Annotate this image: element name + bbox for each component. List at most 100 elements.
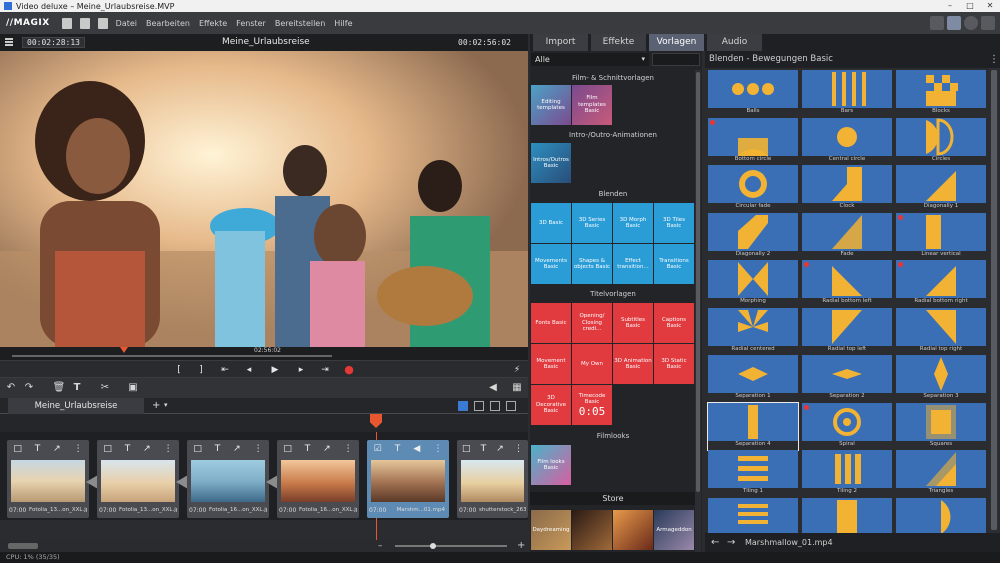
- clip-select-icon[interactable]: ☑: [374, 444, 382, 454]
- template-3d-series[interactable]: 3D Series Basic: [572, 203, 612, 243]
- transition-linear-vertical[interactable]: Linear vertical: [896, 212, 986, 260]
- transition-clock[interactable]: Clock: [802, 165, 892, 212]
- transition-item-28[interactable]: [802, 497, 892, 533]
- undo-icon[interactable]: ↶: [4, 381, 18, 395]
- zoom-slider[interactable]: [395, 545, 507, 547]
- transition-triangles[interactable]: Triangles: [896, 450, 986, 497]
- transition-diagonally-1[interactable]: Diagonally 1: [896, 165, 986, 212]
- clip-title-icon[interactable]: T: [35, 444, 41, 454]
- transitions-scroll-thumb[interactable]: [991, 70, 997, 530]
- transition-squares[interactable]: Squares: [896, 402, 986, 450]
- mark-out-icon[interactable]: ]: [194, 363, 208, 377]
- tab-audio[interactable]: Audio: [707, 34, 762, 51]
- mixer-icon[interactable]: ▦: [510, 381, 524, 395]
- clip-title-icon[interactable]: T: [125, 444, 131, 454]
- clip-fx-icon[interactable]: ↗: [496, 444, 504, 454]
- transition-radial-top-left[interactable]: Radial top left: [802, 307, 892, 355]
- timeline-ruler[interactable]: [0, 414, 528, 432]
- play-icon[interactable]: ▶: [268, 363, 282, 377]
- template-search-input[interactable]: [652, 53, 700, 66]
- transition-separation-3[interactable]: Separation 3: [896, 355, 986, 402]
- transition-bottom-circle[interactable]: Bottom circle: [708, 117, 798, 165]
- timeline-scroll-thumb[interactable]: [8, 543, 38, 549]
- transition-circles[interactable]: Circles: [896, 117, 986, 165]
- template-intros-outros[interactable]: Intros/Outros Basic: [531, 143, 571, 183]
- template-scroll-thumb[interactable]: [696, 72, 700, 492]
- menu-fenster[interactable]: Fenster: [236, 19, 266, 28]
- template-effect-transition[interactable]: Effect transition...: [613, 244, 653, 284]
- cut-icon[interactable]: ✂: [98, 381, 112, 395]
- scene-view-icon[interactable]: [490, 401, 500, 411]
- tab-vorlagen[interactable]: Vorlagen: [649, 34, 704, 51]
- arrow-left-icon[interactable]: ←: [711, 533, 719, 552]
- clip-fx-icon[interactable]: ↗: [143, 444, 151, 454]
- template-3d-tiles[interactable]: 3D Tiles Basic: [654, 203, 694, 243]
- timeline-tab[interactable]: Meine_Urlaubsreise: [8, 398, 144, 414]
- clip-more-icon[interactable]: ⋮: [514, 444, 523, 454]
- go-to-start-icon[interactable]: ⇤: [218, 363, 232, 377]
- menu-bearbeiten[interactable]: Bearbeiten: [146, 19, 190, 28]
- tab-effekte[interactable]: Effekte: [591, 34, 646, 51]
- clip-fx-icon[interactable]: ↗: [233, 444, 241, 454]
- template-3d-decorative[interactable]: 3D Decorative Basic: [531, 385, 571, 425]
- mark-in-icon[interactable]: [: [172, 363, 186, 377]
- transition-blocks[interactable]: Blocks: [896, 70, 986, 117]
- clip-select-icon[interactable]: □: [13, 444, 22, 454]
- snapshot-icon[interactable]: ▣: [126, 381, 140, 395]
- title-text-icon[interactable]: T: [70, 381, 84, 395]
- timeline-playhead[interactable]: [370, 414, 382, 428]
- arrow-right-icon[interactable]: →: [727, 533, 735, 552]
- transition-radial-centered[interactable]: Radial centered: [708, 307, 798, 355]
- transition-central-circle[interactable]: Central circle: [802, 117, 892, 165]
- transition-spiral[interactable]: Spiral: [802, 402, 892, 450]
- transition-diagonally-2[interactable]: Diagonally 2: [708, 212, 798, 260]
- clip-5-selected[interactable]: ☑ T ◀ ⋮ 07:00 Marshm...01.mp4: [367, 440, 449, 518]
- clip-select-icon[interactable]: □: [193, 444, 202, 454]
- menu-hilfe[interactable]: Hilfe: [334, 19, 352, 28]
- tab-dropdown-icon[interactable]: ▾: [164, 401, 168, 409]
- transition-bars[interactable]: Bars: [802, 70, 892, 117]
- transition-separation-4[interactable]: Separation 4: [707, 401, 799, 451]
- add-tab-icon[interactable]: +: [152, 400, 160, 411]
- share-icon[interactable]: [947, 16, 961, 30]
- transition-circular-fade[interactable]: Circular fade: [708, 165, 798, 212]
- video-preview[interactable]: [0, 51, 528, 347]
- clip-title-icon[interactable]: T: [481, 444, 487, 454]
- upload-icon[interactable]: [981, 16, 995, 30]
- transition-separation-2[interactable]: Separation 2: [802, 355, 892, 402]
- store-armageddon[interactable]: Armageddon: [654, 510, 694, 550]
- clip-title-icon[interactable]: T: [305, 444, 311, 454]
- clip-select-icon[interactable]: □: [283, 444, 292, 454]
- clip-1[interactable]: □ T ↗ ⋮ 07:00 Fotolia_13...on_XXL.jpg: [7, 440, 89, 518]
- storyboard-view-icon[interactable]: [458, 401, 468, 411]
- timeline-scrollbar[interactable]: – +: [0, 540, 528, 552]
- clip-title-icon[interactable]: T: [215, 444, 221, 454]
- new-file-icon[interactable]: [61, 17, 72, 29]
- minimize-icon[interactable]: –: [940, 0, 960, 12]
- clip-more-icon[interactable]: ⋮: [164, 444, 173, 454]
- store-item-2[interactable]: [572, 510, 612, 550]
- tab-import[interactable]: Import: [533, 34, 588, 51]
- zoom-slider-handle[interactable]: [430, 543, 436, 549]
- clip-more-icon[interactable]: ⋮: [254, 444, 263, 454]
- delete-icon[interactable]: 🗑: [52, 381, 66, 395]
- transition-tiling-1[interactable]: Tiling 1: [708, 450, 798, 497]
- store-daydreaming[interactable]: Daydreaming: [531, 510, 571, 550]
- transition-separation-1[interactable]: Separation 1: [708, 355, 798, 402]
- template-3d-static[interactable]: 3D Static Basic: [654, 344, 694, 384]
- hamburger-menu-icon[interactable]: [5, 38, 13, 46]
- multi-view-icon[interactable]: [506, 401, 516, 411]
- redo-icon[interactable]: ↷: [22, 381, 36, 395]
- template-timecode[interactable]: Timecode Basic 0:05: [572, 385, 612, 425]
- open-folder-icon[interactable]: [79, 17, 90, 29]
- clip-title-icon[interactable]: T: [395, 444, 401, 454]
- record-icon[interactable]: ●: [342, 363, 356, 377]
- playhead-marker[interactable]: [120, 347, 128, 353]
- clip-select-icon[interactable]: □: [462, 444, 471, 454]
- timeline-view-icon[interactable]: [474, 401, 484, 411]
- go-to-end-icon[interactable]: ⇥: [318, 363, 332, 377]
- maximize-icon[interactable]: □: [960, 0, 980, 12]
- transition-radial-top-right[interactable]: Radial top right: [896, 307, 986, 355]
- save-icon[interactable]: [97, 17, 108, 29]
- transition-balls[interactable]: Balls: [708, 70, 798, 117]
